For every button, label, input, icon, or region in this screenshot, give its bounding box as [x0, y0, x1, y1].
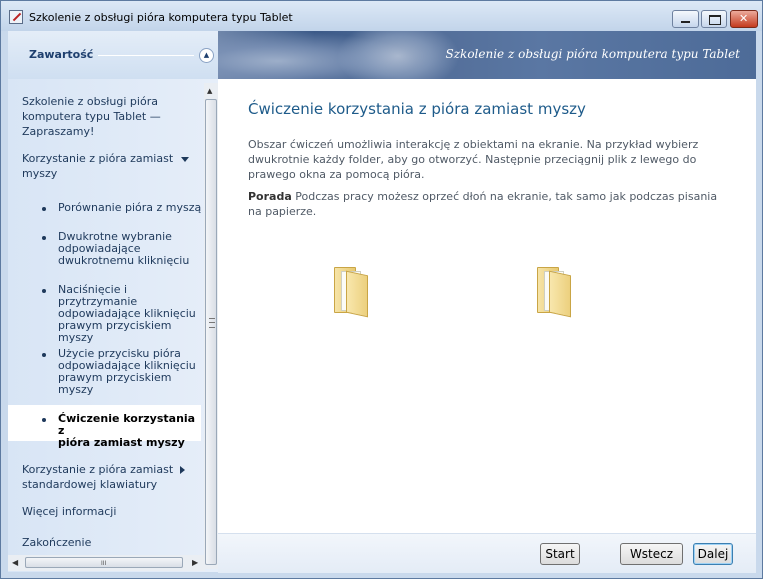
scroll-left-arrow-icon[interactable]: ◀ — [12, 558, 18, 567]
minimize-button[interactable] — [672, 10, 699, 28]
contents-header: Zawartość ▲ — [8, 31, 218, 79]
nav-item-label: Zakończenie — [22, 536, 92, 549]
folder-icon[interactable] — [534, 267, 574, 318]
nav-item-label: Szkolenie z obsługi pióra — [22, 95, 158, 108]
grip-icon — [209, 318, 215, 328]
nav-item-label: Korzystanie z pióra zamiast — [22, 152, 174, 165]
divider — [98, 55, 194, 56]
chevron-down-icon — [181, 156, 190, 162]
tip-text: Porada Podczas pracy możesz oprzeć dłoń … — [248, 189, 718, 219]
subitem-label: Ćwiczenie korzystania z — [58, 412, 196, 437]
nav-item-pen-as-mouse[interactable]: Korzystanie z pióra zamiast myszy — [22, 151, 190, 181]
collapse-contents-button[interactable]: ▲ — [199, 48, 214, 63]
subitem-label: myszy — [58, 383, 94, 396]
vertical-scroll-thumb[interactable] — [205, 99, 217, 565]
subitem-pen-vs-mouse[interactable]: Porównanie pióra z myszą — [58, 202, 203, 214]
nav-item-label: myszy — [22, 167, 58, 180]
subitem-double-tap[interactable]: Dwukrotne wybranie odpowiadające dwukrot… — [58, 231, 203, 267]
subitem-label: myszy — [58, 331, 94, 344]
horizontal-scroll-thumb[interactable]: III — [25, 557, 183, 568]
subitem-label: pióra zamiast myszy — [58, 436, 185, 449]
subitem-practice-pen[interactable]: Ćwiczenie korzystania z pióra zamiast my… — [58, 413, 203, 449]
app-window: Szkolenie z obsługi pióra komputera typu… — [0, 0, 763, 579]
start-button[interactable]: Start — [540, 543, 580, 565]
maximize-button[interactable] — [701, 10, 727, 28]
tip-body: Podczas pracy możesz oprzeć dłoń na ekra… — [248, 190, 718, 218]
title-bar[interactable]: Szkolenie z obsługi pióra komputera typu… — [1, 1, 762, 31]
bullet-icon — [42, 207, 46, 211]
subitem-pen-button[interactable]: Użycie przycisku pióra odpowiadające kli… — [58, 348, 203, 396]
back-button[interactable]: Wstecz — [620, 543, 683, 565]
nav-item-welcome[interactable]: Szkolenie z obsługi pióra komputera typu… — [22, 94, 161, 139]
header-banner: Szkolenie z obsługi pióra komputera typu… — [218, 31, 756, 79]
folder-front — [549, 270, 571, 318]
nav-item-pen-as-keyboard[interactable]: Korzystanie z pióra zamiast standardowej… — [22, 462, 186, 492]
chevron-right-icon — [180, 466, 186, 474]
nav-item-label: Zapraszamy! — [22, 125, 95, 138]
window-title: Szkolenie z obsługi pióra komputera typu… — [29, 11, 293, 24]
scroll-up-arrow-icon[interactable]: ▲ — [207, 87, 212, 95]
bullet-icon — [42, 236, 46, 240]
contents-sidebar: Zawartość ▲ Szkolenie z obsługi pióra ko… — [8, 31, 218, 572]
bullet-icon — [42, 289, 46, 293]
subitem-label: dwukrotnemu kliknięciu — [58, 254, 190, 267]
footer-bar: Start Wstecz Dalej — [218, 533, 756, 573]
contents-label: Zawartość — [29, 48, 94, 61]
nav-item-label: standardowej klawiatury — [22, 478, 158, 491]
scroll-right-arrow-icon[interactable]: ▶ — [192, 558, 198, 567]
subitem-label: Naciśnięcie i przytrzymanie — [58, 283, 138, 308]
banner-title: Szkolenie z obsługi pióra komputera typu… — [445, 47, 740, 61]
bullet-icon — [42, 353, 46, 357]
nav-item-label: komputera typu Tablet — — [22, 110, 161, 123]
nav-item-label: Więcej informacji — [22, 505, 117, 518]
nav-item-label: Korzystanie z pióra zamiast — [22, 463, 174, 476]
folder-icon[interactable] — [331, 267, 371, 318]
nav-item-finish[interactable]: Zakończenie — [22, 535, 91, 550]
app-icon[interactable] — [9, 10, 23, 24]
close-button[interactable] — [730, 10, 758, 28]
instructions-text: Obszar ćwiczeń umożliwia interakcję z ob… — [248, 138, 699, 181]
main-content: Ćwiczenie korzystania z pióra zamiast my… — [218, 79, 756, 533]
nav-item-more-info[interactable]: Więcej informacji — [22, 504, 116, 519]
page-title: Ćwiczenie korzystania z pióra zamiast my… — [248, 100, 586, 118]
banner-image — [338, 31, 458, 79]
next-button[interactable]: Dalej — [693, 543, 733, 565]
subitem-press-and-hold[interactable]: Naciśnięcie i przytrzymanie odpowiadając… — [58, 284, 203, 344]
bullet-icon — [42, 418, 46, 422]
subitem-label: Porównanie pióra z myszą — [58, 201, 202, 214]
horizontal-scrollbar[interactable]: ◀ III ▶ — [8, 555, 205, 571]
tip-label: Porada — [248, 190, 292, 203]
grip-icon: III — [101, 560, 107, 567]
vertical-scrollbar[interactable]: ▲ — [204, 83, 218, 569]
folder-front — [346, 270, 368, 318]
